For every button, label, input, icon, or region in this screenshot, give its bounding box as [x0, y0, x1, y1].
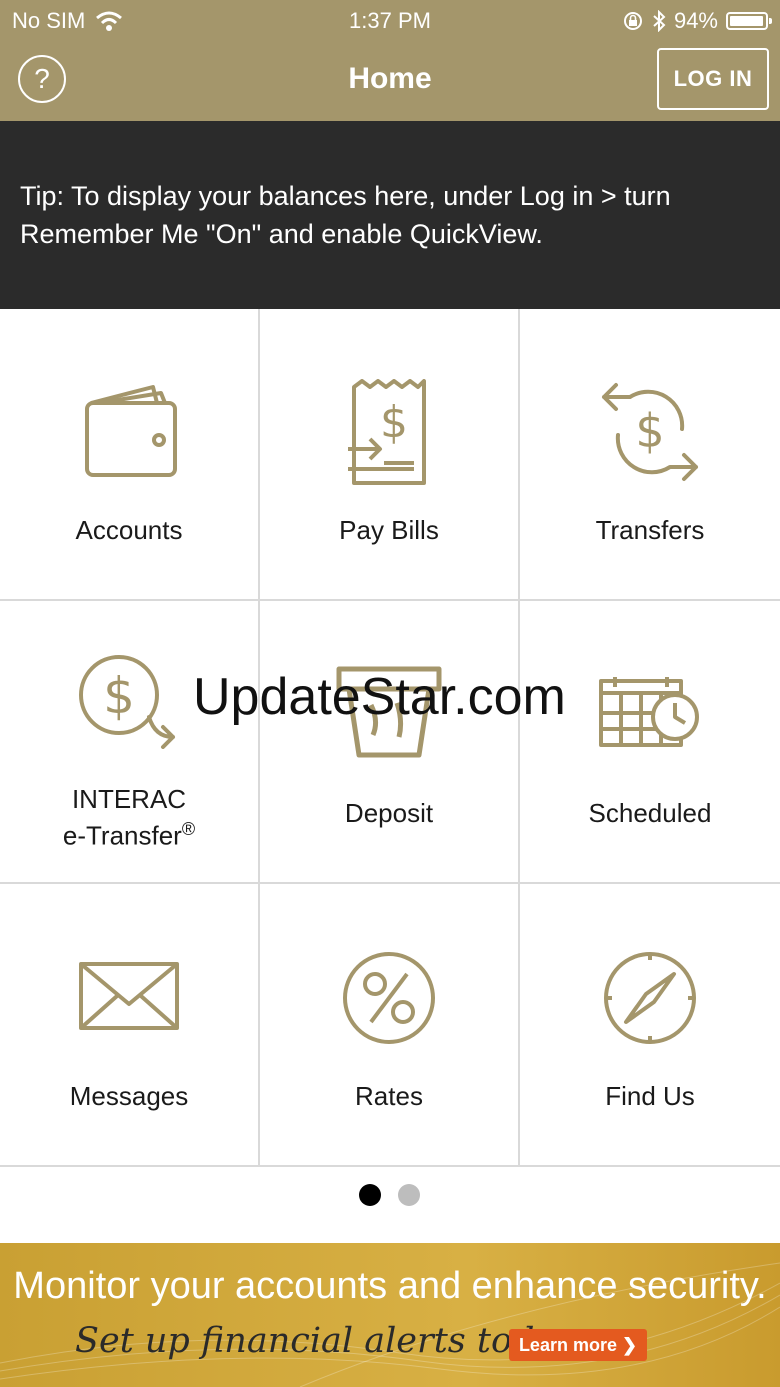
status-bar: No SIM 1:37 PM 94% — [0, 0, 780, 40]
compass-icon — [604, 952, 696, 1044]
svg-text:$: $ — [380, 397, 408, 448]
tile-messages[interactable]: Messages — [0, 884, 260, 1167]
tile-accounts[interactable]: Accounts — [0, 309, 260, 601]
tile-find-us[interactable]: Find Us — [520, 884, 780, 1167]
tile-interac-etransfer[interactable]: $ INTERAC e-Transfer® — [0, 601, 260, 884]
tile-label: Rates — [355, 1081, 423, 1111]
page-indicator[interactable] — [0, 1167, 780, 1243]
tile-label-line2: e-Transfer® — [0, 814, 258, 851]
banner-subline: Set up financial alerts today. — [75, 1321, 582, 1361]
tile-scheduled[interactable]: Scheduled — [520, 601, 780, 884]
battery-icon — [726, 12, 772, 30]
tile-label: Transfers — [595, 515, 705, 545]
tile-label: Find Us — [605, 1081, 695, 1111]
learn-more-button[interactable]: Learn more ❯ — [509, 1329, 647, 1361]
tile-label: Messages — [69, 1081, 189, 1111]
app-header: No SIM 1:37 PM 94% ? Home LOG IN — [0, 0, 780, 121]
promo-banner[interactable]: Monitor your accounts and enhance securi… — [0, 1243, 780, 1387]
bill-receipt-icon: $ — [348, 379, 426, 485]
etransfer-icon: $ — [79, 655, 175, 749]
battery-percent: 94% — [673, 8, 718, 33]
quickview-tip: Tip: To display your balances here, unde… — [0, 121, 780, 309]
banner-headline: Monitor your accounts and enhance securi… — [13, 1265, 767, 1307]
tile-label-line1: INTERAC — [71, 784, 187, 814]
orientation-lock-icon — [623, 12, 642, 30]
etransfer-label: e-Transfer — [62, 820, 182, 851]
page-dot[interactable] — [398, 1184, 420, 1206]
login-button[interactable]: LOG IN — [657, 48, 769, 110]
tile-label: INTERAC e-Transfer® — [0, 784, 258, 851]
transfer-arrows-icon: $ — [602, 383, 698, 481]
tile-rates[interactable]: Rates — [260, 884, 520, 1167]
menu-grid: Accounts $ Pay Bills $ Transfers $ INTER… — [0, 309, 780, 1167]
tile-label: Accounts — [75, 515, 183, 545]
svg-text:$: $ — [635, 404, 664, 458]
bluetooth-icon — [653, 10, 666, 32]
wallet-icon — [85, 385, 177, 477]
tile-label: Scheduled — [588, 798, 712, 828]
tile-transfers[interactable]: $ Transfers — [520, 309, 780, 601]
envelope-icon — [79, 962, 179, 1030]
percent-icon — [343, 952, 435, 1044]
tile-deposit[interactable]: Deposit — [260, 601, 520, 884]
svg-text:$: $ — [103, 667, 135, 725]
calendar-clock-icon — [599, 677, 699, 747]
tile-pay-bills[interactable]: $ Pay Bills — [260, 309, 520, 601]
registered-mark: ® — [181, 819, 196, 839]
status-right: 94% — [622, 8, 772, 34]
tile-label: Deposit — [344, 798, 434, 828]
tile-label: Pay Bills — [339, 515, 439, 545]
page-dot-active[interactable] — [359, 1184, 381, 1206]
watermark-text: UpdateStar.com — [193, 668, 566, 726]
